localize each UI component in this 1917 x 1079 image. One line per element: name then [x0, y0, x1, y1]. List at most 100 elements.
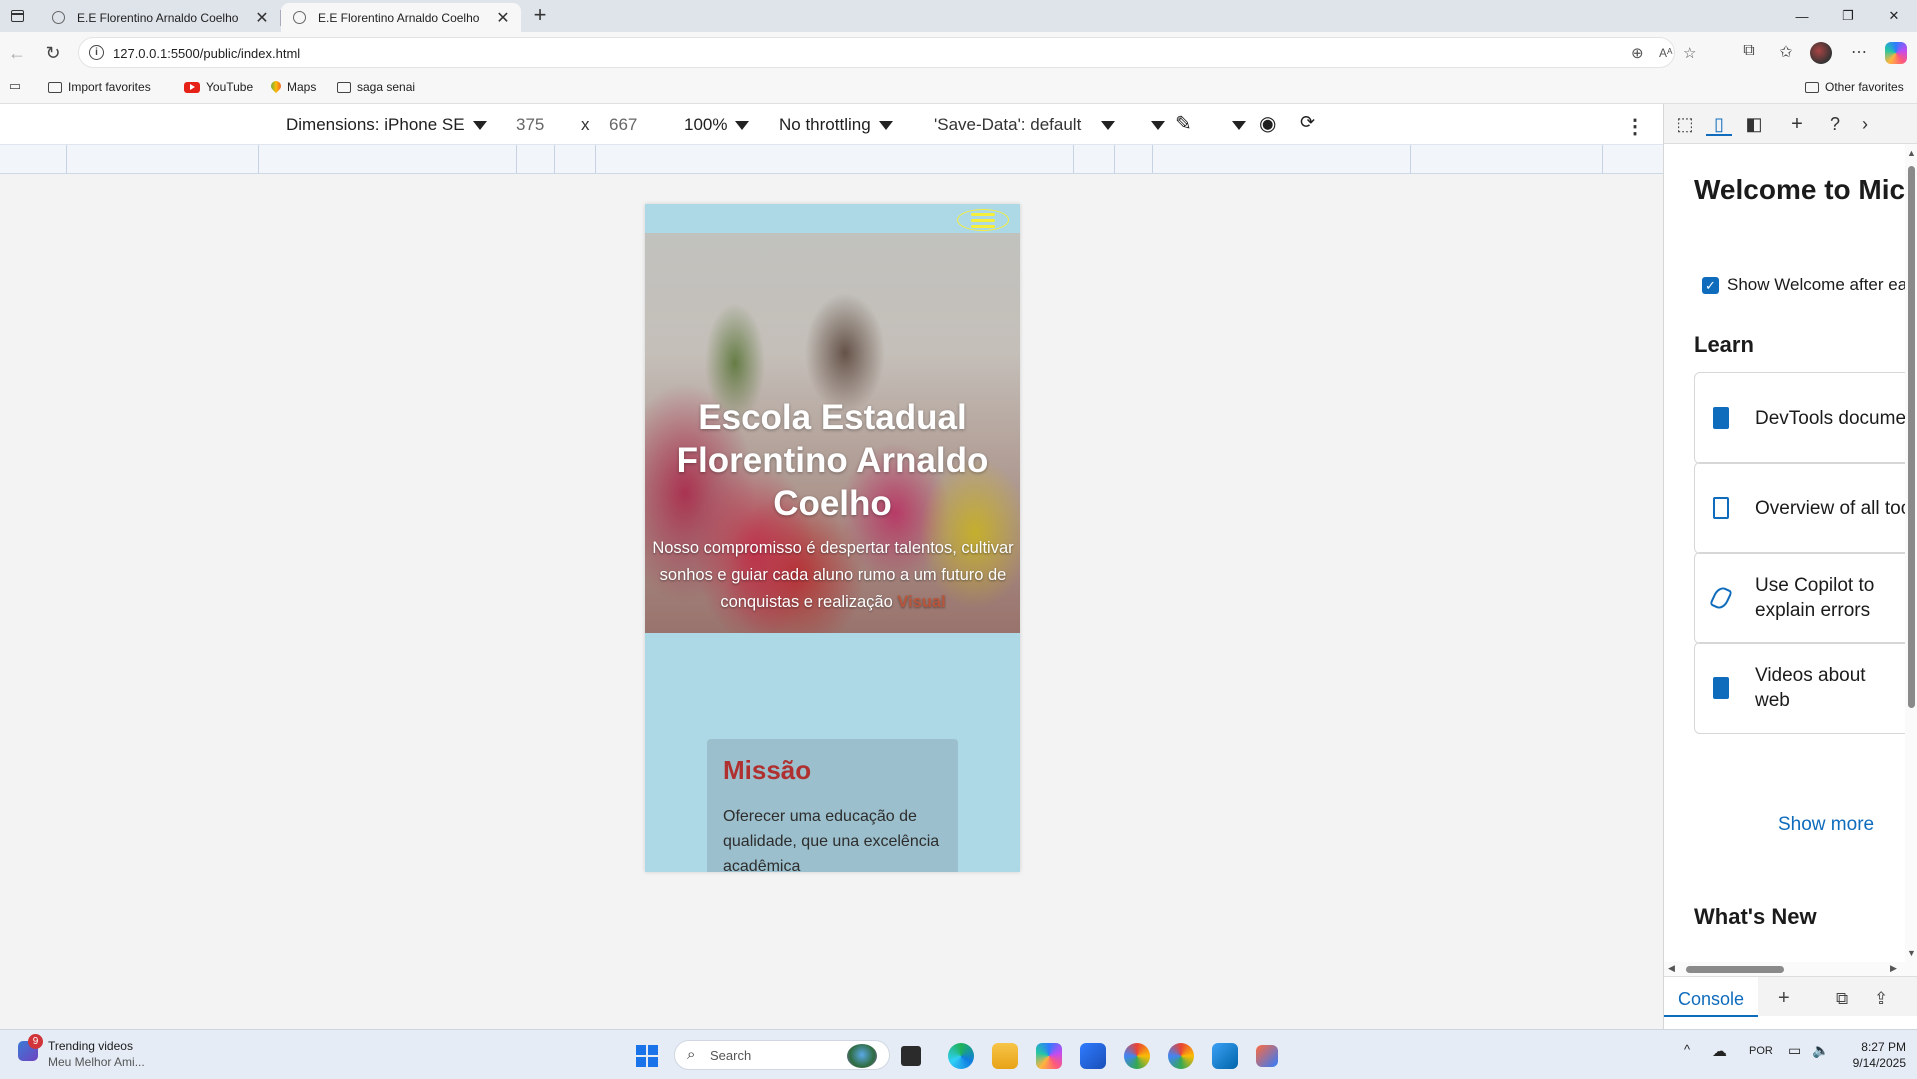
edge-icon[interactable]: [948, 1043, 974, 1069]
more-options-icon[interactable]: ⋮: [1625, 114, 1645, 139]
tab-title: E.E Florentino Arnaldo Coelho: [318, 10, 480, 25]
widgets-button[interactable]: 9 Trending videos Meu Melhor Ami...: [18, 1034, 145, 1070]
hamburger-menu-icon[interactable]: [957, 209, 1009, 231]
url-text[interactable]: 127.0.0.1:5500/public/index.html: [113, 46, 300, 61]
chevron-down-icon: [1232, 121, 1246, 131]
zoom-select[interactable]: 100%: [684, 115, 750, 135]
minimize-button[interactable]: —: [1779, 0, 1825, 32]
info-icon[interactable]: i: [89, 45, 104, 60]
inspect-element-icon[interactable]: ⬚: [1672, 112, 1698, 136]
help-icon[interactable]: ?: [1822, 112, 1848, 136]
vertical-scrollbar[interactable]: ▲ ▼: [1905, 144, 1917, 962]
taskbar-search[interactable]: ⌕ Search: [674, 1040, 890, 1070]
tab-1[interactable]: E.E Florentino Arnaldo Coelho ✕: [40, 3, 281, 32]
tab-actions-button[interactable]: [6, 5, 28, 27]
hero-link[interactable]: Visual: [897, 593, 945, 611]
store-icon[interactable]: [1080, 1043, 1106, 1069]
vscode-icon[interactable]: [1212, 1043, 1238, 1069]
learn-card-docs[interactable]: DevTools documentation: [1694, 372, 1905, 464]
zoom-icon[interactable]: ⊕: [1631, 44, 1644, 62]
show-welcome-checkbox[interactable]: ✓ Show Welcome after each update: [1702, 275, 1905, 295]
scrollbar-thumb[interactable]: [1908, 166, 1915, 708]
width-input[interactable]: 375: [516, 115, 544, 135]
chrome-profile-icon[interactable]: [1168, 1043, 1194, 1069]
favorite-star-icon[interactable]: ☆: [1683, 44, 1696, 62]
system-clock[interactable]: 8:27 PM 9/14/2025: [1842, 1039, 1906, 1071]
onedrive-icon[interactable]: ☁: [1712, 1042, 1727, 1060]
read-aloud-icon[interactable]: Aᴬ: [1659, 46, 1672, 60]
dock-side-icon[interactable]: ◧: [1741, 112, 1767, 136]
save-data-select[interactable]: 'Save-Data': default: [934, 115, 1116, 135]
learn-card-label: DevTools documentation: [1755, 407, 1905, 429]
eyedropper-icon[interactable]: ✎: [1175, 111, 1192, 136]
scroll-left-icon[interactable]: ◀: [1668, 963, 1675, 974]
favorite-saga-senai[interactable]: saga senai: [337, 80, 415, 94]
learn-card-copilot[interactable]: Use Copilot to explain errors: [1694, 552, 1905, 644]
chevron-up-icon[interactable]: ^: [1684, 1042, 1690, 1057]
scroll-up-icon[interactable]: ▲: [1907, 148, 1916, 158]
learn-card-videos[interactable]: Videos about web development with Micros…: [1694, 642, 1905, 734]
hero-title: Escola Estadual Florentino Arnaldo Coelh…: [676, 398, 989, 523]
more-tools-icon[interactable]: +: [1784, 112, 1810, 136]
book-icon: [1713, 407, 1729, 429]
close-icon[interactable]: ✕: [252, 8, 272, 28]
horizontal-scrollbar[interactable]: ◀ ▶: [1664, 962, 1917, 976]
browser-toolbar: ← ↻ i 127.0.0.1:5500/public/index.html ⊕…: [0, 32, 1917, 74]
show-more-link[interactable]: Show more: [1778, 814, 1874, 836]
tab-2[interactable]: E.E Florentino Arnaldo Coelho ✕: [281, 3, 521, 32]
address-bar[interactable]: i 127.0.0.1:5500/public/index.html ⊕ Aᴬ …: [78, 37, 1696, 68]
network-icon[interactable]: ▭: [1788, 1042, 1801, 1059]
back-button[interactable]: ←: [4, 40, 30, 66]
extra-options-select[interactable]: [1143, 115, 1165, 135]
reload-button[interactable]: ↻: [40, 40, 66, 66]
other-favorites[interactable]: Other favorites: [1805, 80, 1904, 94]
height-input[interactable]: 667: [609, 115, 637, 135]
add-tab-icon[interactable]: +: [1778, 987, 1790, 1010]
favorites-icon[interactable]: ✩: [1775, 42, 1797, 62]
eye-icon[interactable]: ◉: [1259, 111, 1276, 136]
collections-icon[interactable]: ▭: [4, 78, 26, 94]
dock-drawer-icon[interactable]: ⧉: [1836, 989, 1848, 1009]
more-icon[interactable]: ⋯: [1848, 42, 1870, 62]
windows-start-icon[interactable]: [636, 1045, 658, 1067]
copilot-icon[interactable]: [1885, 42, 1907, 64]
extensions-icon[interactable]: ⧉: [1738, 42, 1760, 60]
devtools-panel: ⬚ ▯ ◧ + ? › Welcome to Microsoft Edge De…: [1663, 104, 1917, 1029]
task-view-icon[interactable]: [901, 1046, 921, 1066]
device-emulation-icon[interactable]: ▯: [1706, 112, 1732, 136]
copilot-app-icon[interactable]: [1036, 1043, 1062, 1069]
chevron-right-icon[interactable]: ›: [1852, 112, 1878, 136]
throttling-select[interactable]: No throttling: [779, 115, 893, 135]
language-indicator[interactable]: POR: [1749, 1045, 1773, 1057]
learn-card-overview[interactable]: Overview of all tools: [1694, 462, 1905, 554]
checkbox-checked-icon[interactable]: ✓: [1702, 276, 1719, 294]
vision-select[interactable]: [1224, 115, 1246, 135]
dimensions-select[interactable]: Dimensions: iPhone SE: [286, 115, 487, 135]
scrollbar-thumb[interactable]: [1686, 966, 1784, 973]
scroll-right-icon[interactable]: ▶: [1890, 963, 1897, 974]
mission-card: Missão Oferecer uma educação de qualidad…: [707, 739, 958, 872]
scroll-down-icon[interactable]: ▼: [1907, 948, 1916, 958]
site-header: [645, 204, 1020, 233]
folder-icon: [48, 81, 62, 93]
rotate-icon[interactable]: ⟳: [1300, 112, 1315, 133]
favorite-import[interactable]: Import favorites: [48, 80, 151, 94]
undock-icon[interactable]: ⇪: [1874, 989, 1888, 1009]
chrome-icon[interactable]: [1124, 1043, 1150, 1069]
file-explorer-icon[interactable]: [992, 1043, 1018, 1069]
widget-subtitle: Meu Melhor Ami...: [48, 1055, 145, 1069]
favorite-maps[interactable]: Maps: [271, 80, 316, 94]
profile-avatar[interactable]: [1810, 42, 1832, 64]
close-window-button[interactable]: ✕: [1871, 0, 1917, 32]
snipping-tool-icon[interactable]: [1256, 1045, 1278, 1067]
whats-new-heading: What's New: [1694, 904, 1817, 929]
media-query-ruler: [0, 144, 1663, 174]
close-icon[interactable]: ✕: [493, 8, 513, 28]
restore-button[interactable]: ❐: [1825, 0, 1871, 32]
globe-icon: [293, 11, 306, 24]
console-tab[interactable]: Console: [1664, 977, 1758, 1017]
new-tab-button[interactable]: +: [528, 4, 552, 28]
favorite-youtube[interactable]: YouTube: [184, 80, 253, 94]
volume-icon[interactable]: 🔈: [1812, 1042, 1829, 1059]
emulated-viewport-area: Escola Estadual Florentino Arnaldo Coelh…: [0, 174, 1663, 1029]
